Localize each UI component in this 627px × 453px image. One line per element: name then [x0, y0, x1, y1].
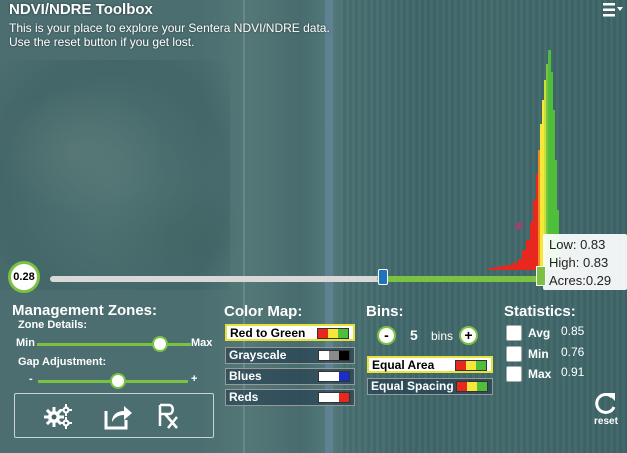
- zone-min-label: Min: [16, 337, 35, 349]
- bin-method-option[interactable]: Equal Spacing: [367, 378, 493, 395]
- histogram-bar: [530, 222, 533, 270]
- range-slider-handle[interactable]: [378, 269, 388, 285]
- share-export-icon[interactable]: [103, 402, 133, 430]
- statistic-value: 0.76: [561, 345, 585, 359]
- gap-adjustment-knob[interactable]: [109, 373, 126, 389]
- zone-details-label: Zone Details:: [18, 319, 88, 331]
- statistic-value: 0.85: [561, 324, 585, 338]
- bins-count: 5: [410, 327, 418, 343]
- statistic-checkbox[interactable]: [506, 325, 522, 341]
- tooltip-acres: Acres:0.29: [549, 273, 612, 288]
- range-slider-handle-max[interactable]: [536, 266, 546, 286]
- color-map-heading: Color Map:: [224, 303, 303, 320]
- statistic-label: Avg: [528, 326, 551, 340]
- statistics-heading: Statistics:: [504, 303, 576, 320]
- statistic-label: Max: [528, 367, 552, 381]
- bins-increase-button[interactable]: +: [459, 326, 478, 345]
- bins-unit: bins: [431, 329, 454, 343]
- color-swatch: [318, 371, 350, 382]
- range-slider-track[interactable]: [50, 276, 545, 282]
- histogram-bar: [506, 265, 512, 270]
- gap-adjustment-label: Gap Adjustment:: [18, 356, 107, 368]
- histogram-bar: [494, 267, 500, 270]
- gap-plus-label: +: [191, 373, 198, 385]
- bins-heading: Bins:: [366, 303, 404, 320]
- histogram-bar: [488, 268, 494, 270]
- color-swatch: [318, 350, 350, 361]
- color-map-option[interactable]: Blues: [225, 368, 355, 385]
- statistic-checkbox[interactable]: [506, 346, 522, 362]
- bins-decrease-button[interactable]: -: [377, 326, 396, 345]
- histogram-marker: [515, 222, 523, 230]
- color-map-option-label: Blues: [229, 369, 262, 383]
- ndvi-histogram: [488, 50, 561, 270]
- bin-method-label: Equal Spacing: [371, 379, 454, 393]
- statistic-label: Min: [528, 347, 549, 361]
- zone-tools: [14, 393, 214, 438]
- color-map-option-label: Reds: [229, 390, 259, 404]
- color-map-option-label: Grayscale: [229, 348, 287, 362]
- color-swatch: [318, 392, 350, 403]
- color-map-option[interactable]: Red to Green: [225, 324, 355, 341]
- statistic-value: 0.91: [561, 365, 585, 379]
- tooltip-high: High: 0.83: [549, 255, 609, 270]
- color-map-option-label: Red to Green: [230, 326, 306, 340]
- color-swatch: [317, 328, 349, 339]
- reset-label: reset: [594, 416, 618, 427]
- histogram-bar: [512, 263, 518, 270]
- prescription-rx-icon[interactable]: [155, 402, 185, 430]
- zone-max-label: Max: [191, 337, 213, 349]
- reset-icon: [595, 392, 616, 414]
- statistic-checkbox[interactable]: [506, 366, 522, 382]
- tooltip-low: Low: 0.83: [549, 237, 606, 252]
- color-map-option[interactable]: Grayscale: [225, 347, 355, 364]
- settings-gears-icon[interactable]: [43, 402, 73, 430]
- gap-minus-label: -: [29, 373, 33, 385]
- range-slider-fill: [376, 276, 545, 282]
- color-swatch: [456, 381, 488, 392]
- bin-method-label: Equal Area: [372, 358, 435, 372]
- management-zones-heading: Management Zones:: [12, 302, 158, 319]
- histogram-bar: [500, 266, 506, 270]
- bin-method-option[interactable]: Equal Area: [367, 356, 493, 373]
- bin-tooltip: Low: 0.83 High: 0.83 Acres:0.29: [543, 234, 627, 290]
- color-map-option[interactable]: Reds: [225, 389, 355, 406]
- slider-value-badge[interactable]: 0.28: [8, 261, 40, 293]
- histogram-bar: [533, 200, 536, 270]
- color-swatch: [455, 360, 487, 371]
